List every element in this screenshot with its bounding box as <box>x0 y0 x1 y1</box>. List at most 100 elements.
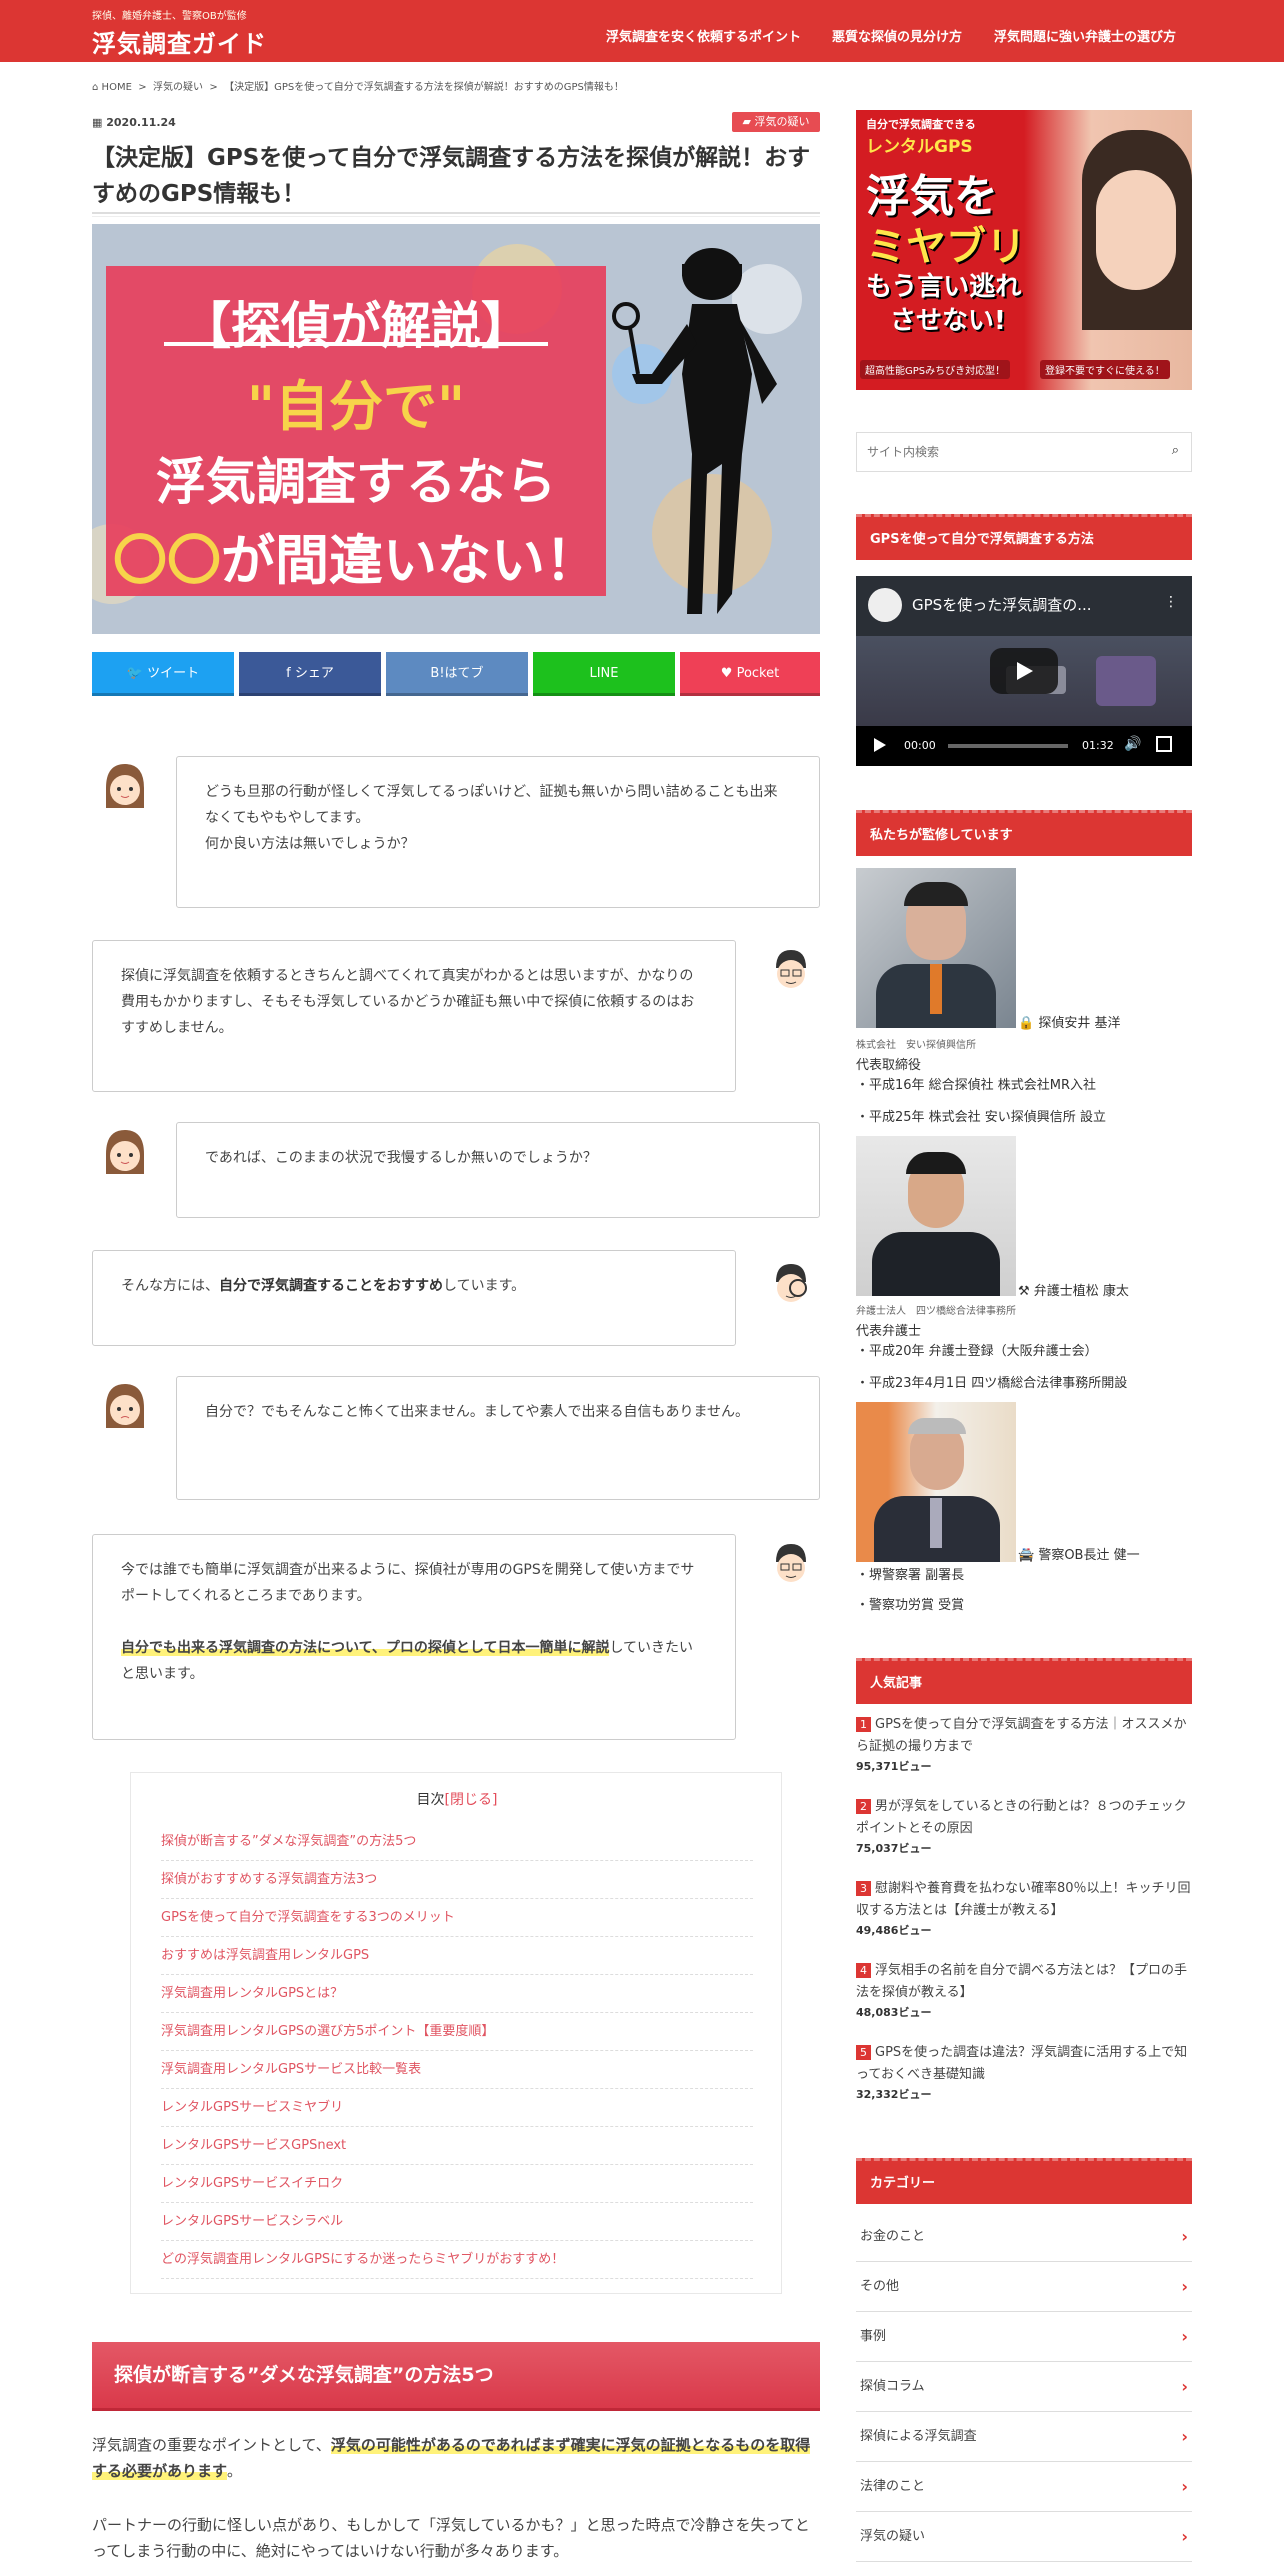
breadcrumb-category[interactable]: 浮気の疑い <box>153 82 203 93</box>
toc-item[interactable]: 浮気調査用レンタルGPSサービス比較一覧表 <box>161 2051 753 2089</box>
toc-item[interactable]: おすすめは浮気調査用レンタルGPS <box>161 1937 753 1975</box>
supervisor-photo-3 <box>856 1402 1016 1562</box>
site-search-input[interactable] <box>867 441 1147 463</box>
category-item[interactable]: 法律のこと › <box>856 2462 1192 2512</box>
volume-icon[interactable]: 🔊 <box>1124 736 1141 752</box>
supervisor-line-3a: ・堺警察署 副署長 <box>856 1568 965 1583</box>
search-icon[interactable]: ⌕ <box>1172 443 1179 458</box>
popular-post-views: 75,037ビュー <box>856 1842 932 1855</box>
supervisor-line-3b: ・警察功労賞 受賞 <box>856 1598 965 1613</box>
toc-item[interactable]: 浮気調査用レンタルGPSとは？ <box>161 1975 753 2013</box>
ad-big2: ミヤブリ <box>866 224 1026 270</box>
share-facebook-button[interactable]: f シェア <box>239 652 381 696</box>
woman-avatar-icon <box>97 759 153 815</box>
toc-item[interactable]: レンタルGPSサービスシラベル <box>161 2203 753 2241</box>
site-logo[interactable]: 浮気調査ガイド <box>92 24 267 59</box>
detective-avatar-icon <box>763 1537 819 1593</box>
play-small-icon[interactable] <box>874 738 886 752</box>
lock-icon: 🔒 <box>1018 1016 1035 1031</box>
chat-bubble-woman-3: 自分で？でもそんなこと怖くて出来ません。ましてや素人で出来る自信もありません。 <box>176 1376 820 1500</box>
table-of-contents: 目次[閉じる] 探偵が断言する”ダメな浮気調査”の方法5つ 探偵がおすすめする浮気… <box>130 1772 782 2294</box>
fullscreen-icon[interactable] <box>1156 736 1172 752</box>
popular-post-views: 32,332ビュー <box>856 2088 932 2101</box>
toc-item[interactable]: 探偵が断言する”ダメな浮気調査”の方法5つ <box>161 1823 753 1861</box>
breadcrumb-home[interactable]: HOME <box>102 82 132 93</box>
category-item[interactable]: その他 › <box>856 2262 1192 2312</box>
section-p1c: 。 <box>227 2462 243 2480</box>
post-date: ▦ 2020.11.24 <box>92 116 176 129</box>
category-item[interactable]: 探偵による浮気調査 › <box>856 2412 1192 2462</box>
popular-post-title[interactable]: GPSを使って自分で浮気調査をする方法｜オススメから証拠の撮り方まで <box>856 1717 1187 1754</box>
toc-toggle-link[interactable]: [閉じる] <box>445 1792 498 1808</box>
category-item[interactable]: 探偵コラム › <box>856 2362 1192 2412</box>
category-item[interactable]: お金のこと › <box>856 2212 1192 2262</box>
category-label[interactable]: ▰ 浮気の疑い <box>732 112 820 132</box>
toc-item[interactable]: 浮気調査用レンタルGPSの選び方5ポイント【重要度順】 <box>161 2013 753 2051</box>
supervisor-org-2: 弁護士法人 四ツ橋総合法律事務所 <box>856 1306 1016 1317</box>
toc-item[interactable]: どの浮気調査用レンタルGPSにするか迷ったらミヤブリがおすすめ！ <box>161 2241 753 2279</box>
supervisor-role-1: 代表取締役 <box>856 1058 922 1073</box>
popular-post-item[interactable]: 5 GPSを使った調査は違法？浮気調査に活用する上で知っておくべき基礎知識 32,3… <box>856 2042 1192 2102</box>
section-paragraph-1: 浮気調査の重要なポイントとして、浮気の可能性があるのであればまず確実に浮気の証拠… <box>92 2432 820 2484</box>
chat-bubble-woman-1: どうも旦那の行動が怪しくて浮気してるっぽいけど、証拠も無いから問い詰めることも出… <box>176 756 820 908</box>
category-label-text: 浮気の疑い <box>754 115 810 128</box>
supervisor-line-1a: ・平成16年 総合探偵社 株式会社MR入社 <box>856 1078 1097 1093</box>
nav-link-cheap[interactable]: 浮気調査を安く依頼するポイント <box>606 26 801 45</box>
toc-item[interactable]: 探偵がおすすめする浮気調査方法3つ <box>161 1861 753 1899</box>
toc-item[interactable]: レンタルGPSサービスGPSnext <box>161 2127 753 2165</box>
supervisor-photo-2 <box>856 1136 1016 1296</box>
toc-item[interactable]: GPSを使って自分で浮気調査をする3つのメリット <box>161 1899 753 1937</box>
video-current-time: 00:00 <box>904 739 936 752</box>
category-item[interactable]: 浮気の疑い › <box>856 2512 1192 2562</box>
chat-text-6a: 今では誰でも簡単に浮気調査が出来るように、探偵社が専用のGPSを開発して使い方ま… <box>121 1562 695 1604</box>
police-car-icon: 🚔 <box>1018 1548 1035 1563</box>
share-facebook-label: シェア <box>294 666 334 681</box>
chat-text-6b: 自分でも出来る浮気調査の方法について、プロの探偵として日本一簡単に解説していきた… <box>121 1635 707 1687</box>
site-header: 探偵、離婚弁護士、警察OBが監修 浮気調査ガイド 浮気調査を安く依頼するポイント… <box>0 0 1284 62</box>
category-item[interactable]: 事例 › <box>856 2312 1192 2362</box>
rank-badge: 4 <box>856 1963 871 1978</box>
share-twitter-label: ツイート <box>147 666 200 681</box>
popular-post-title[interactable]: 浮気相手の名前を自分で調べる方法とは？【プロの手法を探偵が教える】 <box>856 1963 1187 2000</box>
more-icon[interactable]: ⋮ <box>1164 594 1178 610</box>
supervisor-line-2a: ・平成20年 弁護士登録（大阪弁護士会） <box>856 1344 1098 1359</box>
share-twitter-button[interactable]: 🐦 ツイート <box>92 652 234 696</box>
popular-post-item[interactable]: 3 慰謝料や養育費を払わない確率80％以上！キッチリ回収する方法とは【弁護士が教え… <box>856 1878 1192 1938</box>
eyecatch-line4a: 〇〇 <box>113 529 221 592</box>
woman-worried-avatar-icon <box>97 1379 153 1435</box>
toc-title: 目次[閉じる] <box>131 1789 783 1809</box>
ad-banner-miyaburi[interactable]: 自分で浮気調査できる レンタルGPS 浮気を ミヤブリ もう言い逃れ させない!… <box>856 110 1192 390</box>
popular-post-title[interactable]: 慰謝料や養育費を払わない確率80％以上！キッチリ回収する方法とは【弁護士が教える… <box>856 1881 1191 1918</box>
share-pocket-button[interactable]: ♥ Pocket <box>680 652 820 696</box>
twitter-icon: 🐦 <box>126 666 144 681</box>
eyecatch-line4: 〇〇が間違いない！ <box>106 516 606 595</box>
nav-link-bad-detective[interactable]: 悪質な探偵の見分け方 <box>832 26 962 45</box>
ad-big4: させない! <box>890 306 1006 336</box>
section-p1a: 浮気調査の重要なポイントとして、 <box>92 2436 331 2454</box>
popular-post-item[interactable]: 4 浮気相手の名前を自分で調べる方法とは？【プロの手法を探偵が教える】 48,083… <box>856 1960 1192 2020</box>
gavel-icon: ⚒ <box>1018 1284 1030 1299</box>
category-item-label: 探偵による浮気調査 <box>860 2429 977 2444</box>
chat-text-4: そんな方には、自分で浮気調査することをおすすめしています。 <box>121 1273 707 1299</box>
share-pocket-label: Pocket <box>736 666 780 681</box>
video-play-button[interactable] <box>990 648 1058 694</box>
popular-post-title[interactable]: GPSを使った調査は違法？浮気調査に活用する上で知っておくべき基礎知識 <box>856 2045 1187 2082</box>
breadcrumb-sep: > <box>209 82 218 93</box>
toc-item[interactable]: レンタルGPSサービスミヤブリ <box>161 2089 753 2127</box>
chevron-right-icon: › <box>1181 2277 1188 2296</box>
video-title[interactable]: GPSを使った浮気調査の... <box>912 594 1092 615</box>
category-item-label: お金のこと <box>860 2229 926 2244</box>
nav-link-lawyer[interactable]: 浮気問題に強い弁護士の選び方 <box>994 26 1176 45</box>
chevron-right-icon: › <box>1181 2227 1188 2246</box>
toc-item[interactable]: レンタルGPSサービスイチロク <box>161 2165 753 2203</box>
supervisor-name-2: ⚒ 弁護士植松 康太 <box>1018 1280 1129 1299</box>
share-line-button[interactable]: LINE <box>533 652 675 696</box>
share-hatena-button[interactable]: B!はてブ <box>386 652 528 696</box>
video-progress-bar[interactable] <box>948 744 1068 748</box>
popular-post-item[interactable]: 1 GPSを使って自分で浮気調査をする方法｜オススメから証拠の撮り方まで 95,37… <box>856 1714 1192 1774</box>
ad-top-text: 自分で浮気調査できる <box>866 118 976 131</box>
chat-highlight: 自分でも出来る浮気調査の方法について、プロの探偵として日本一簡単に解説 <box>121 1640 610 1656</box>
popular-post-item[interactable]: 2 男が浮気をしているときの行動とは？８つのチェックポイントとその原因 75,037… <box>856 1796 1192 1856</box>
popular-post-title[interactable]: 男が浮気をしているときの行動とは？８つのチェックポイントとその原因 <box>856 1799 1187 1836</box>
share-line-label: LINE <box>589 666 619 681</box>
